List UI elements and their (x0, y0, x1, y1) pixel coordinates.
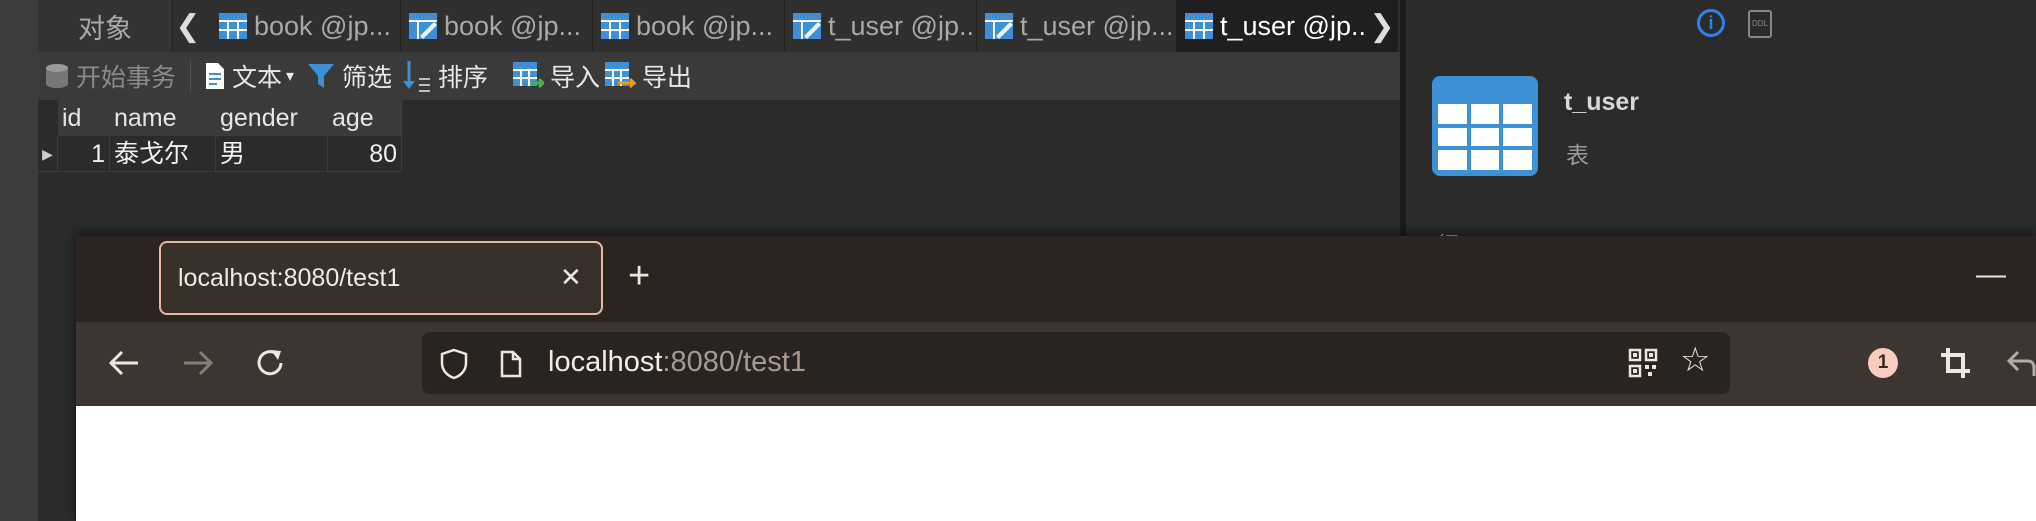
tab-label: t_user @jp... (828, 10, 977, 41)
tab-label: book @jp... (444, 10, 581, 41)
tabs-scroll-right-icon[interactable]: ❯ (1366, 0, 1398, 52)
text-view-button[interactable]: 文本 ▾ (204, 52, 294, 100)
import-button[interactable]: 导入 (512, 52, 600, 100)
document-icon (206, 63, 224, 89)
info-icon[interactable]: i (1697, 9, 1725, 37)
sort-label: 排序 (438, 64, 489, 92)
crop-icon[interactable] (1940, 347, 1970, 379)
url-text[interactable]: localhost:8080/test1 (548, 346, 806, 379)
chevron-down-icon: ▾ (286, 68, 295, 85)
table-cell-gender[interactable]: 男 (216, 136, 328, 172)
table-icon (1185, 13, 1213, 39)
export-icon (605, 62, 636, 89)
export-button[interactable]: 导出 (604, 52, 692, 100)
table-cell-age[interactable]: 80 (328, 136, 402, 172)
info-row-label: 行 (1436, 226, 1459, 236)
tab-label: t_user @jp... (1020, 10, 1174, 41)
forward-icon (184, 350, 214, 376)
tab-label: book @jp... (636, 10, 773, 41)
url-host: localhost (548, 346, 663, 378)
table-large-icon (1432, 76, 1538, 176)
import-icon (513, 62, 544, 89)
tab-book-3[interactable]: book @jp... (592, 0, 785, 52)
row-selector-icon[interactable]: ▶ (38, 136, 58, 172)
column-header-id[interactable]: id (58, 100, 110, 136)
tab-book-1[interactable]: book @jp... (210, 0, 401, 52)
tab-label: book @jp... (254, 10, 391, 41)
extension-badge[interactable]: 1 (1868, 348, 1898, 378)
undo-icon[interactable] (2006, 348, 2036, 378)
tab-label: t_user @jp... (1220, 10, 1367, 41)
sort-button[interactable]: 排序 (400, 52, 488, 100)
tab-t-user-2[interactable]: t_user @jp... (976, 0, 1177, 52)
begin-transaction-button[interactable]: 开始事务 (44, 52, 176, 100)
minimize-icon[interactable]: — (1976, 258, 2006, 292)
sort-icon (403, 61, 430, 92)
shield-icon[interactable] (440, 348, 468, 380)
close-tab-icon[interactable]: ✕ (560, 262, 582, 293)
browser-tab-title: localhost:8080/test1 (178, 264, 401, 292)
tab-objects-label: 对象 (78, 13, 132, 44)
table-design-icon (985, 13, 1013, 39)
column-header-gender[interactable]: gender (216, 100, 328, 136)
table-icon (601, 13, 629, 39)
begin-transaction-label: 开始事务 (76, 64, 177, 92)
import-label: 导入 (550, 64, 601, 92)
object-type: 表 (1566, 142, 1589, 168)
back-icon[interactable] (108, 348, 140, 378)
text-view-label: 文本 (232, 64, 283, 92)
column-header-name[interactable]: name (110, 100, 216, 136)
tab-t-user-1[interactable]: t_user @jp... (784, 0, 977, 52)
column-header-age[interactable]: age (328, 100, 402, 136)
tab-book-2[interactable]: book @jp... (400, 0, 593, 52)
filter-button[interactable]: 筛选 (306, 52, 392, 100)
tabs-scroll-left-icon[interactable]: ❮ (172, 0, 204, 52)
filter-label: 筛选 (342, 64, 393, 92)
object-title: t_user (1564, 88, 1640, 116)
database-icon (46, 64, 68, 88)
page-content (76, 406, 2036, 521)
bookmark-star-icon[interactable]: ☆ (1680, 342, 1710, 378)
filter-icon (308, 64, 334, 88)
export-label: 导出 (642, 64, 693, 92)
table-cell-name[interactable]: 泰戈尔 (110, 136, 216, 172)
table-icon (219, 13, 247, 39)
object-sidebar-strip (0, 0, 38, 521)
reload-icon[interactable] (254, 347, 286, 379)
url-path: :8080/test1 (662, 346, 806, 378)
table-cell-id[interactable]: 1 (58, 136, 110, 172)
table-design-icon (793, 13, 821, 39)
new-tab-icon[interactable]: + (628, 256, 650, 296)
tab-t-user-active[interactable]: t_user @jp... (1176, 0, 1367, 52)
ddl-icon[interactable]: DDL (1748, 10, 1772, 38)
page-icon[interactable] (500, 350, 522, 378)
qr-code-icon[interactable] (1628, 348, 1658, 378)
toolbar-divider (190, 60, 191, 92)
table-design-icon (409, 13, 437, 39)
tab-objects[interactable]: 对象 (38, 0, 173, 52)
